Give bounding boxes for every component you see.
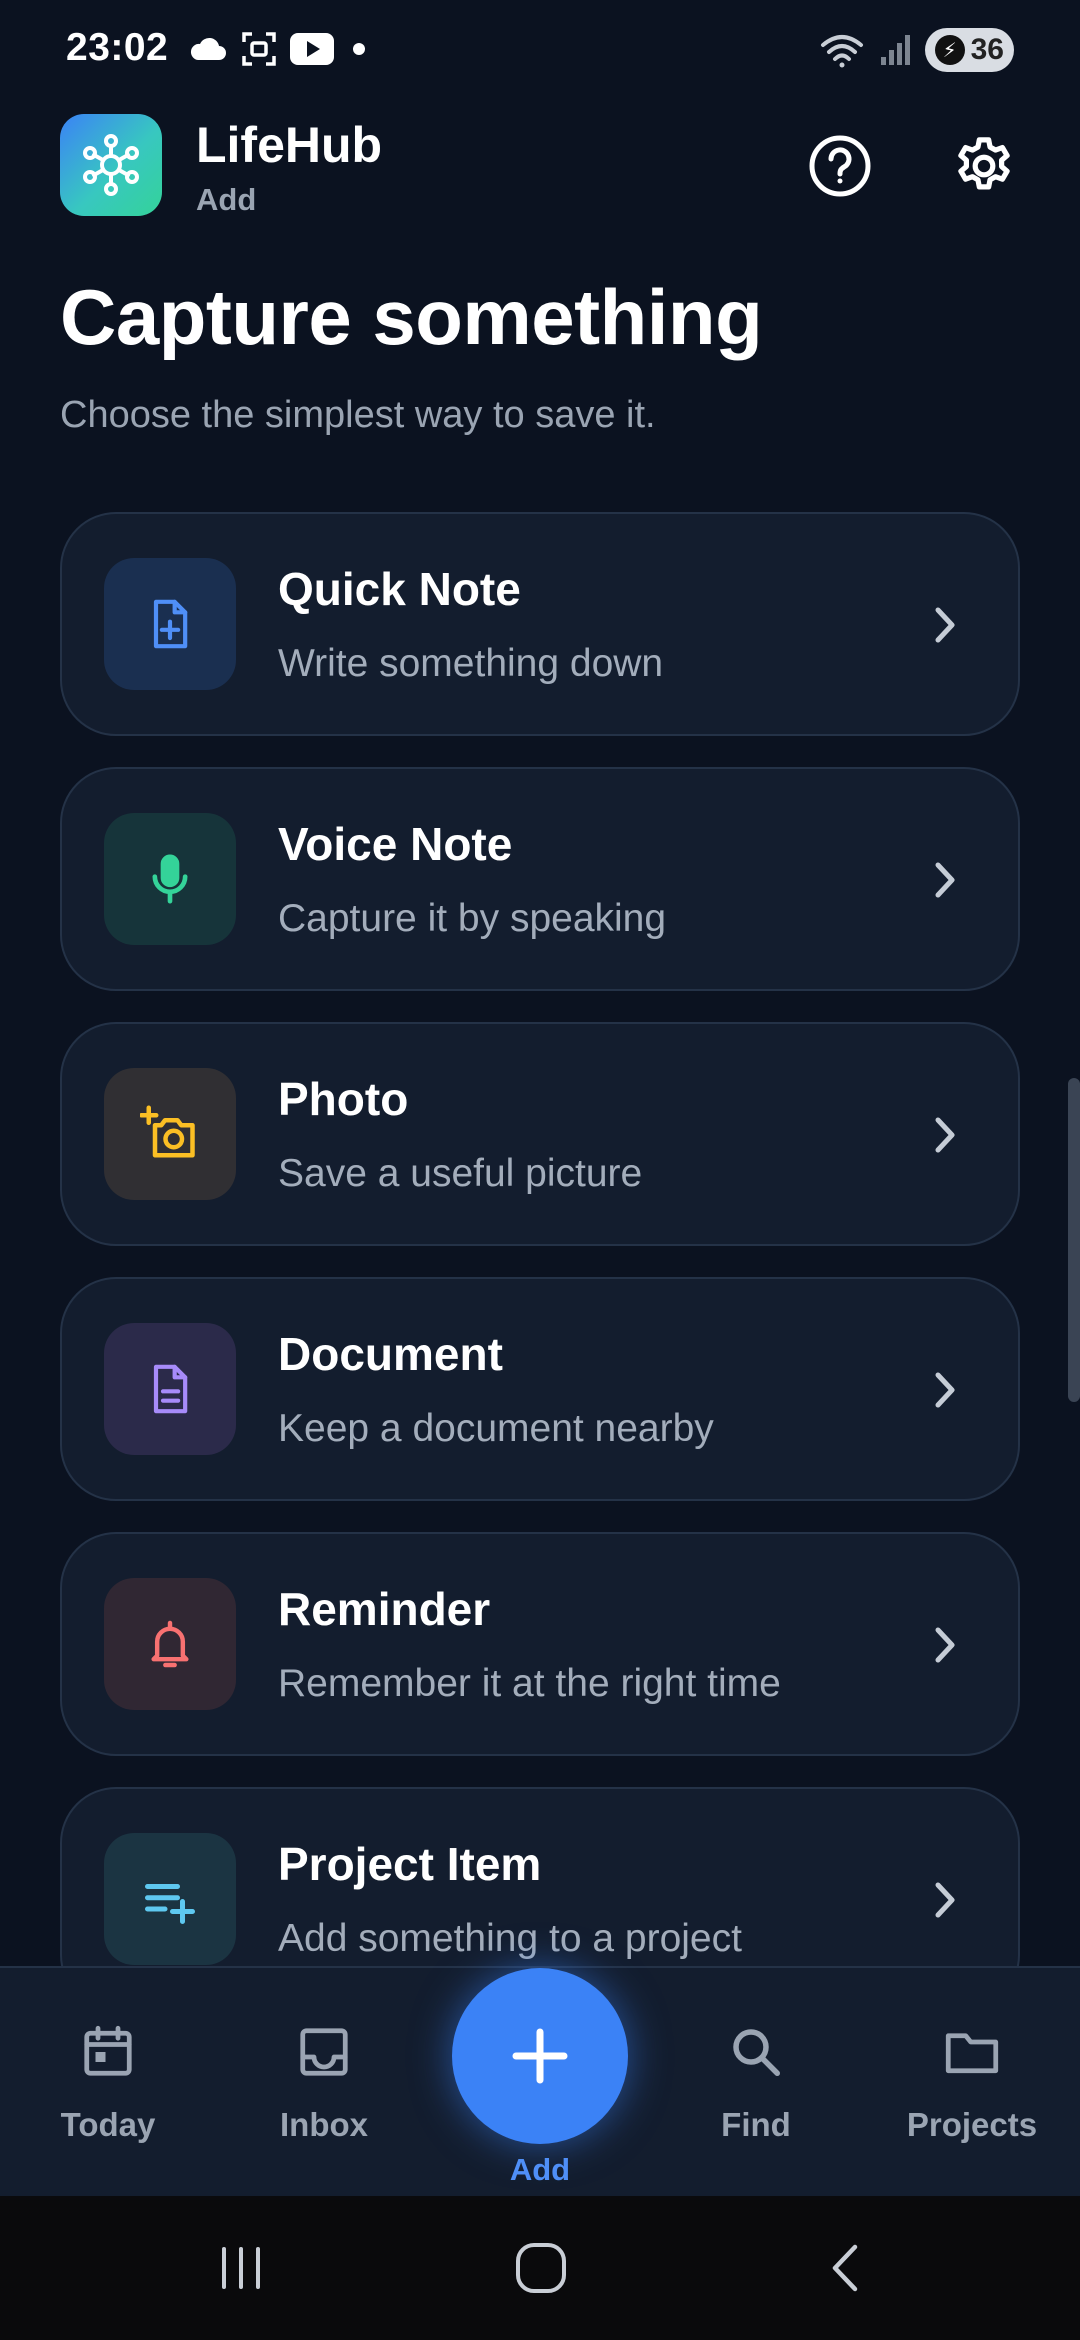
back-icon xyxy=(832,2244,858,2292)
note-add-icon xyxy=(153,599,188,649)
nav-label: Inbox xyxy=(280,2106,368,2143)
status-icons-right: ⚡ 36 xyxy=(819,28,1014,72)
hub-icon xyxy=(83,134,139,196)
card-title: Photo xyxy=(278,1073,409,1125)
status-icons-left xyxy=(188,30,372,68)
card-title: Reminder xyxy=(278,1583,491,1635)
card-description: Add something to a project xyxy=(278,1917,742,1960)
app-logo xyxy=(60,114,162,216)
wifi-icon xyxy=(820,35,863,68)
recent-apps-icon xyxy=(222,2247,260,2289)
voice-note-icon-tile xyxy=(104,813,236,945)
card-title: Document xyxy=(278,1328,503,1380)
signal-icon xyxy=(880,35,910,65)
help-button[interactable] xyxy=(800,126,880,206)
back-button[interactable] xyxy=(800,2226,890,2310)
home-icon xyxy=(516,2243,566,2293)
quick-note-icon-tile xyxy=(104,558,236,690)
chevron-right-icon xyxy=(935,1117,955,1153)
settings-icon xyxy=(958,137,1010,190)
quick-note-card[interactable]: Quick Note Write something down xyxy=(60,512,1020,736)
app-section-label: Add xyxy=(196,182,257,217)
card-description: Remember it at the right time xyxy=(278,1662,781,1705)
charging-bolt-icon: ⚡ xyxy=(934,35,965,65)
scrollbar-thumb[interactable] xyxy=(1068,1078,1080,1402)
folder-icon xyxy=(940,2020,1004,2084)
battery-level: 36 xyxy=(970,33,1004,66)
system-nav-bar xyxy=(0,2196,1080,2340)
document-icon xyxy=(153,1364,188,1414)
card-description: Capture it by speaking xyxy=(278,897,667,940)
status-bar: 23:02 ⚡ 36 xyxy=(0,0,1080,104)
photo-icon-tile xyxy=(104,1068,236,1200)
card-title: Quick Note xyxy=(278,563,521,615)
dot-icon xyxy=(353,43,365,55)
card-description: Write something down xyxy=(278,642,664,685)
add-photo-icon xyxy=(140,1105,195,1158)
project-item-icon-tile xyxy=(104,1833,236,1965)
chevron-right-icon xyxy=(935,1882,955,1918)
nav-item-find[interactable]: Find xyxy=(656,1968,856,2198)
page-subtitle: Choose the simplest way to save it. xyxy=(60,394,656,436)
screen: 23:02 ⚡ 36 LifeHub Add Capture something… xyxy=(0,0,1080,2340)
reminder-icon-tile xyxy=(104,1578,236,1710)
app-name: LifeHub xyxy=(196,117,383,173)
nav-label: Find xyxy=(721,2106,791,2143)
status-time: 23:02 xyxy=(66,26,169,69)
chevron-right-icon xyxy=(935,862,955,898)
calendar-icon xyxy=(76,2020,140,2084)
add-button[interactable] xyxy=(452,1968,628,2144)
nav-label-add: Add xyxy=(509,2152,571,2187)
chevron-right-icon xyxy=(935,1627,955,1663)
voice-note-card[interactable]: Voice Note Capture it by speaking xyxy=(60,767,1020,991)
youtube-icon xyxy=(290,33,334,65)
project-item-card[interactable]: Project Item Add something to a project xyxy=(60,1787,1020,1966)
reminder-card[interactable]: Reminder Remember it at the right time xyxy=(60,1532,1020,1756)
card-title: Voice Note xyxy=(278,818,513,870)
chevron-right-icon xyxy=(935,607,955,643)
capture-options-list: Quick Note Write something down Voice No… xyxy=(60,512,1020,1966)
chevron-right-icon xyxy=(935,1372,955,1408)
photo-card[interactable]: Photo Save a useful picture xyxy=(60,1022,1020,1246)
card-description: Keep a document nearby xyxy=(278,1407,714,1450)
inbox-icon xyxy=(292,2020,356,2084)
nav-label: Today xyxy=(60,2106,156,2143)
document-icon-tile xyxy=(104,1323,236,1455)
screenshot-icon xyxy=(242,32,276,66)
cloud-icon xyxy=(190,37,226,60)
battery-icon: ⚡ 36 xyxy=(924,28,1014,72)
help-icon xyxy=(809,135,871,197)
search-icon xyxy=(724,2020,788,2084)
nav-item-inbox[interactable]: Inbox xyxy=(224,1968,424,2198)
plus-icon xyxy=(512,2028,568,2084)
nav-label: Projects xyxy=(906,2106,1038,2143)
nav-item-today[interactable]: Today xyxy=(8,1968,208,2198)
settings-button[interactable] xyxy=(944,126,1024,206)
home-button[interactable] xyxy=(496,2226,586,2310)
nav-item-projects[interactable]: Projects xyxy=(872,1968,1072,2198)
microphone-icon xyxy=(152,854,188,904)
card-description: Save a useful picture xyxy=(278,1152,643,1195)
recent-apps-button[interactable] xyxy=(196,2226,286,2310)
document-card[interactable]: Document Keep a document nearby xyxy=(60,1277,1020,1501)
card-title: Project Item xyxy=(278,1838,542,1890)
playlist-add-icon xyxy=(145,1884,195,1924)
bell-icon xyxy=(151,1620,189,1668)
page-title: Capture something xyxy=(60,273,763,361)
